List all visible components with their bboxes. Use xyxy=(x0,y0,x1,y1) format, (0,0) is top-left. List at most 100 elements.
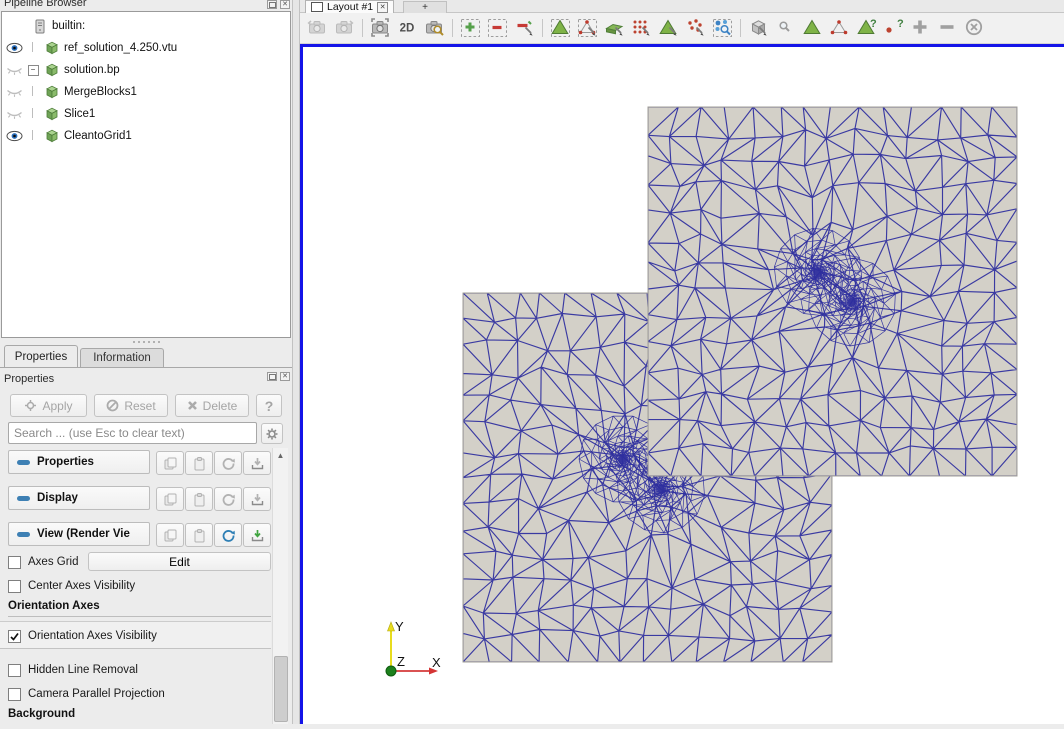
scroll-up-arrow-icon[interactable]: ▲ xyxy=(273,448,288,462)
render-viewport[interactable]: YXZ xyxy=(300,44,1064,724)
svg-text:X: X xyxy=(432,655,441,670)
hidden-line-row: Hidden Line Removal xyxy=(8,662,138,678)
apply-button[interactable]: Apply xyxy=(10,394,87,417)
properties-panel-body: Apply Reset Delete ? Search ... (use Esc… xyxy=(0,388,292,724)
camera-parallel-checkbox[interactable] xyxy=(8,688,21,701)
restore-defaults-icon[interactable] xyxy=(214,523,242,547)
select-points-polygon-icon[interactable] xyxy=(682,16,707,40)
copy-properties-icon[interactable] xyxy=(156,523,184,547)
dataset-cube-icon xyxy=(43,106,60,122)
axes-grid-edit-button[interactable]: Edit xyxy=(88,552,271,571)
pipeline-item-builtin-[interactable]: builtin: xyxy=(2,15,290,37)
center-axes-checkbox[interactable] xyxy=(8,580,21,593)
save-defaults-icon[interactable] xyxy=(243,451,271,475)
paraview-window: { "pipeline_browser": { "title": "Pipeli… xyxy=(0,0,1064,724)
shrink-selection-icon[interactable] xyxy=(934,16,959,40)
search-input[interactable]: Search ... (use Esc to clear text) xyxy=(8,422,257,444)
section-label: Display xyxy=(37,492,78,504)
paste-properties-icon[interactable] xyxy=(185,451,213,475)
tab-properties[interactable]: Properties xyxy=(4,345,78,367)
pipeline-float-icon[interactable] xyxy=(267,0,277,9)
pipeline-close-icon[interactable]: ✕ xyxy=(280,0,290,9)
interactive-select-points-icon[interactable] xyxy=(772,16,797,40)
paste-properties-icon[interactable] xyxy=(185,487,213,511)
layout-tab[interactable]: Layout #1 ✕ xyxy=(305,0,394,13)
camera-undo-icon[interactable] xyxy=(304,16,329,40)
paste-properties-icon[interactable] xyxy=(185,523,213,547)
select-block-through-icon[interactable] xyxy=(745,16,770,40)
hover-cells-icon[interactable]: ? xyxy=(853,16,878,40)
delete-button[interactable]: Delete xyxy=(175,394,249,417)
copy-properties-icon[interactable] xyxy=(156,451,184,475)
orientation-axes-widget: YXZ xyxy=(386,619,441,676)
tab-information[interactable]: Information xyxy=(80,348,164,367)
capture-screenshot-icon[interactable] xyxy=(367,16,392,40)
camera-redo-icon[interactable] xyxy=(331,16,356,40)
eye-closed-icon[interactable] xyxy=(6,64,23,76)
select-points-rectangle-icon[interactable] xyxy=(574,16,599,40)
search-options-button[interactable] xyxy=(261,423,283,444)
vertical-splitter-handle[interactable] xyxy=(292,0,300,724)
layout-preview-icon[interactable] xyxy=(311,2,323,12)
eye-open-icon[interactable] xyxy=(6,130,23,142)
help-button[interactable]: ? xyxy=(256,394,282,417)
hover-points-icon[interactable]: ? xyxy=(880,16,905,40)
eye-closed-icon[interactable] xyxy=(6,108,23,120)
pipeline-browser-titlebar: Pipeline Browser ✕ xyxy=(0,0,292,11)
save-defaults-icon[interactable] xyxy=(243,487,271,511)
collapse-expander-icon[interactable]: − xyxy=(28,65,39,76)
pipeline-item-solution-bp[interactable]: −solution.bp xyxy=(2,59,290,81)
restore-defaults-icon[interactable] xyxy=(214,451,242,475)
properties-float-icon[interactable] xyxy=(267,372,277,381)
svg-text:Y: Y xyxy=(395,619,404,634)
delete-x-icon xyxy=(187,400,198,411)
axes-grid-row: Axes Grid xyxy=(8,554,79,570)
help-label: ? xyxy=(265,398,274,414)
eye-open-icon[interactable] xyxy=(6,42,23,54)
copy-properties-icon[interactable] xyxy=(156,487,184,511)
restore-defaults-icon[interactable] xyxy=(214,487,242,511)
server-icon xyxy=(31,19,48,34)
select-block-icon[interactable] xyxy=(709,16,734,40)
section-header[interactable]: View (Render Vie xyxy=(8,522,150,546)
pipeline-item-cleantogrid1[interactable]: CleantoGrid1 xyxy=(2,125,290,147)
select-cells-rectangle-icon[interactable] xyxy=(547,16,572,40)
zoom-box-add-icon[interactable] xyxy=(457,16,482,40)
orientation-axes-header: Orientation Axes xyxy=(8,600,271,617)
axes-grid-checkbox[interactable] xyxy=(8,556,21,569)
reset-button[interactable]: Reset xyxy=(94,394,168,417)
select-cells-polygon-icon[interactable] xyxy=(655,16,680,40)
save-defaults-icon[interactable] xyxy=(243,523,271,547)
new-layout-tab[interactable]: + xyxy=(403,1,447,13)
section-row-view-render-vie: View (Render Vie xyxy=(0,522,270,546)
zoom-to-data-icon[interactable] xyxy=(421,16,446,40)
tree-indent[interactable]: − xyxy=(23,65,43,76)
hidden-line-checkbox[interactable] xyxy=(8,664,21,677)
scrollbar-thumb[interactable] xyxy=(274,656,288,722)
orientation-axes-visibility-checkbox[interactable] xyxy=(8,630,21,643)
section-header[interactable]: Display xyxy=(8,486,150,510)
zoom-box-remove-icon[interactable] xyxy=(484,16,509,40)
select-points-through-icon[interactable] xyxy=(628,16,653,40)
camera-parallel-row: Camera Parallel Projection xyxy=(8,686,165,702)
interactive-select-cells-icon[interactable] xyxy=(799,16,824,40)
pipeline-item-slice1[interactable]: Slice1 xyxy=(2,103,290,125)
pipeline-item-ref-solution-4-250-vtu[interactable]: ref_solution_4.250.vtu xyxy=(2,37,290,59)
eye-closed-icon[interactable] xyxy=(6,86,23,98)
apply-label: Apply xyxy=(42,399,72,413)
reset-display-icon[interactable] xyxy=(511,16,536,40)
layout-tab-close-icon[interactable]: ✕ xyxy=(377,2,388,13)
select-cells-through-icon[interactable] xyxy=(601,16,626,40)
clear-selection-icon[interactable] xyxy=(961,16,986,40)
dataset-cube-icon xyxy=(43,84,60,100)
pipeline-item-mergeblocks1[interactable]: MergeBlocks1 xyxy=(2,81,290,103)
properties-close-icon[interactable]: ✕ xyxy=(280,372,290,381)
section-header[interactable]: Properties xyxy=(8,450,150,474)
section-row-display: Display xyxy=(0,486,270,510)
properties-scrollbar[interactable]: ▲ xyxy=(272,448,288,724)
grow-selection-icon[interactable] xyxy=(907,16,932,40)
pipeline-item-label: MergeBlocks1 xyxy=(64,86,137,98)
interactive-select-points-tri-icon[interactable] xyxy=(826,16,851,40)
pipeline-browser-tree[interactable]: builtin:ref_solution_4.250.vtu−solution.… xyxy=(1,11,291,338)
toggle-2d-icon[interactable]: 2D xyxy=(394,16,419,40)
